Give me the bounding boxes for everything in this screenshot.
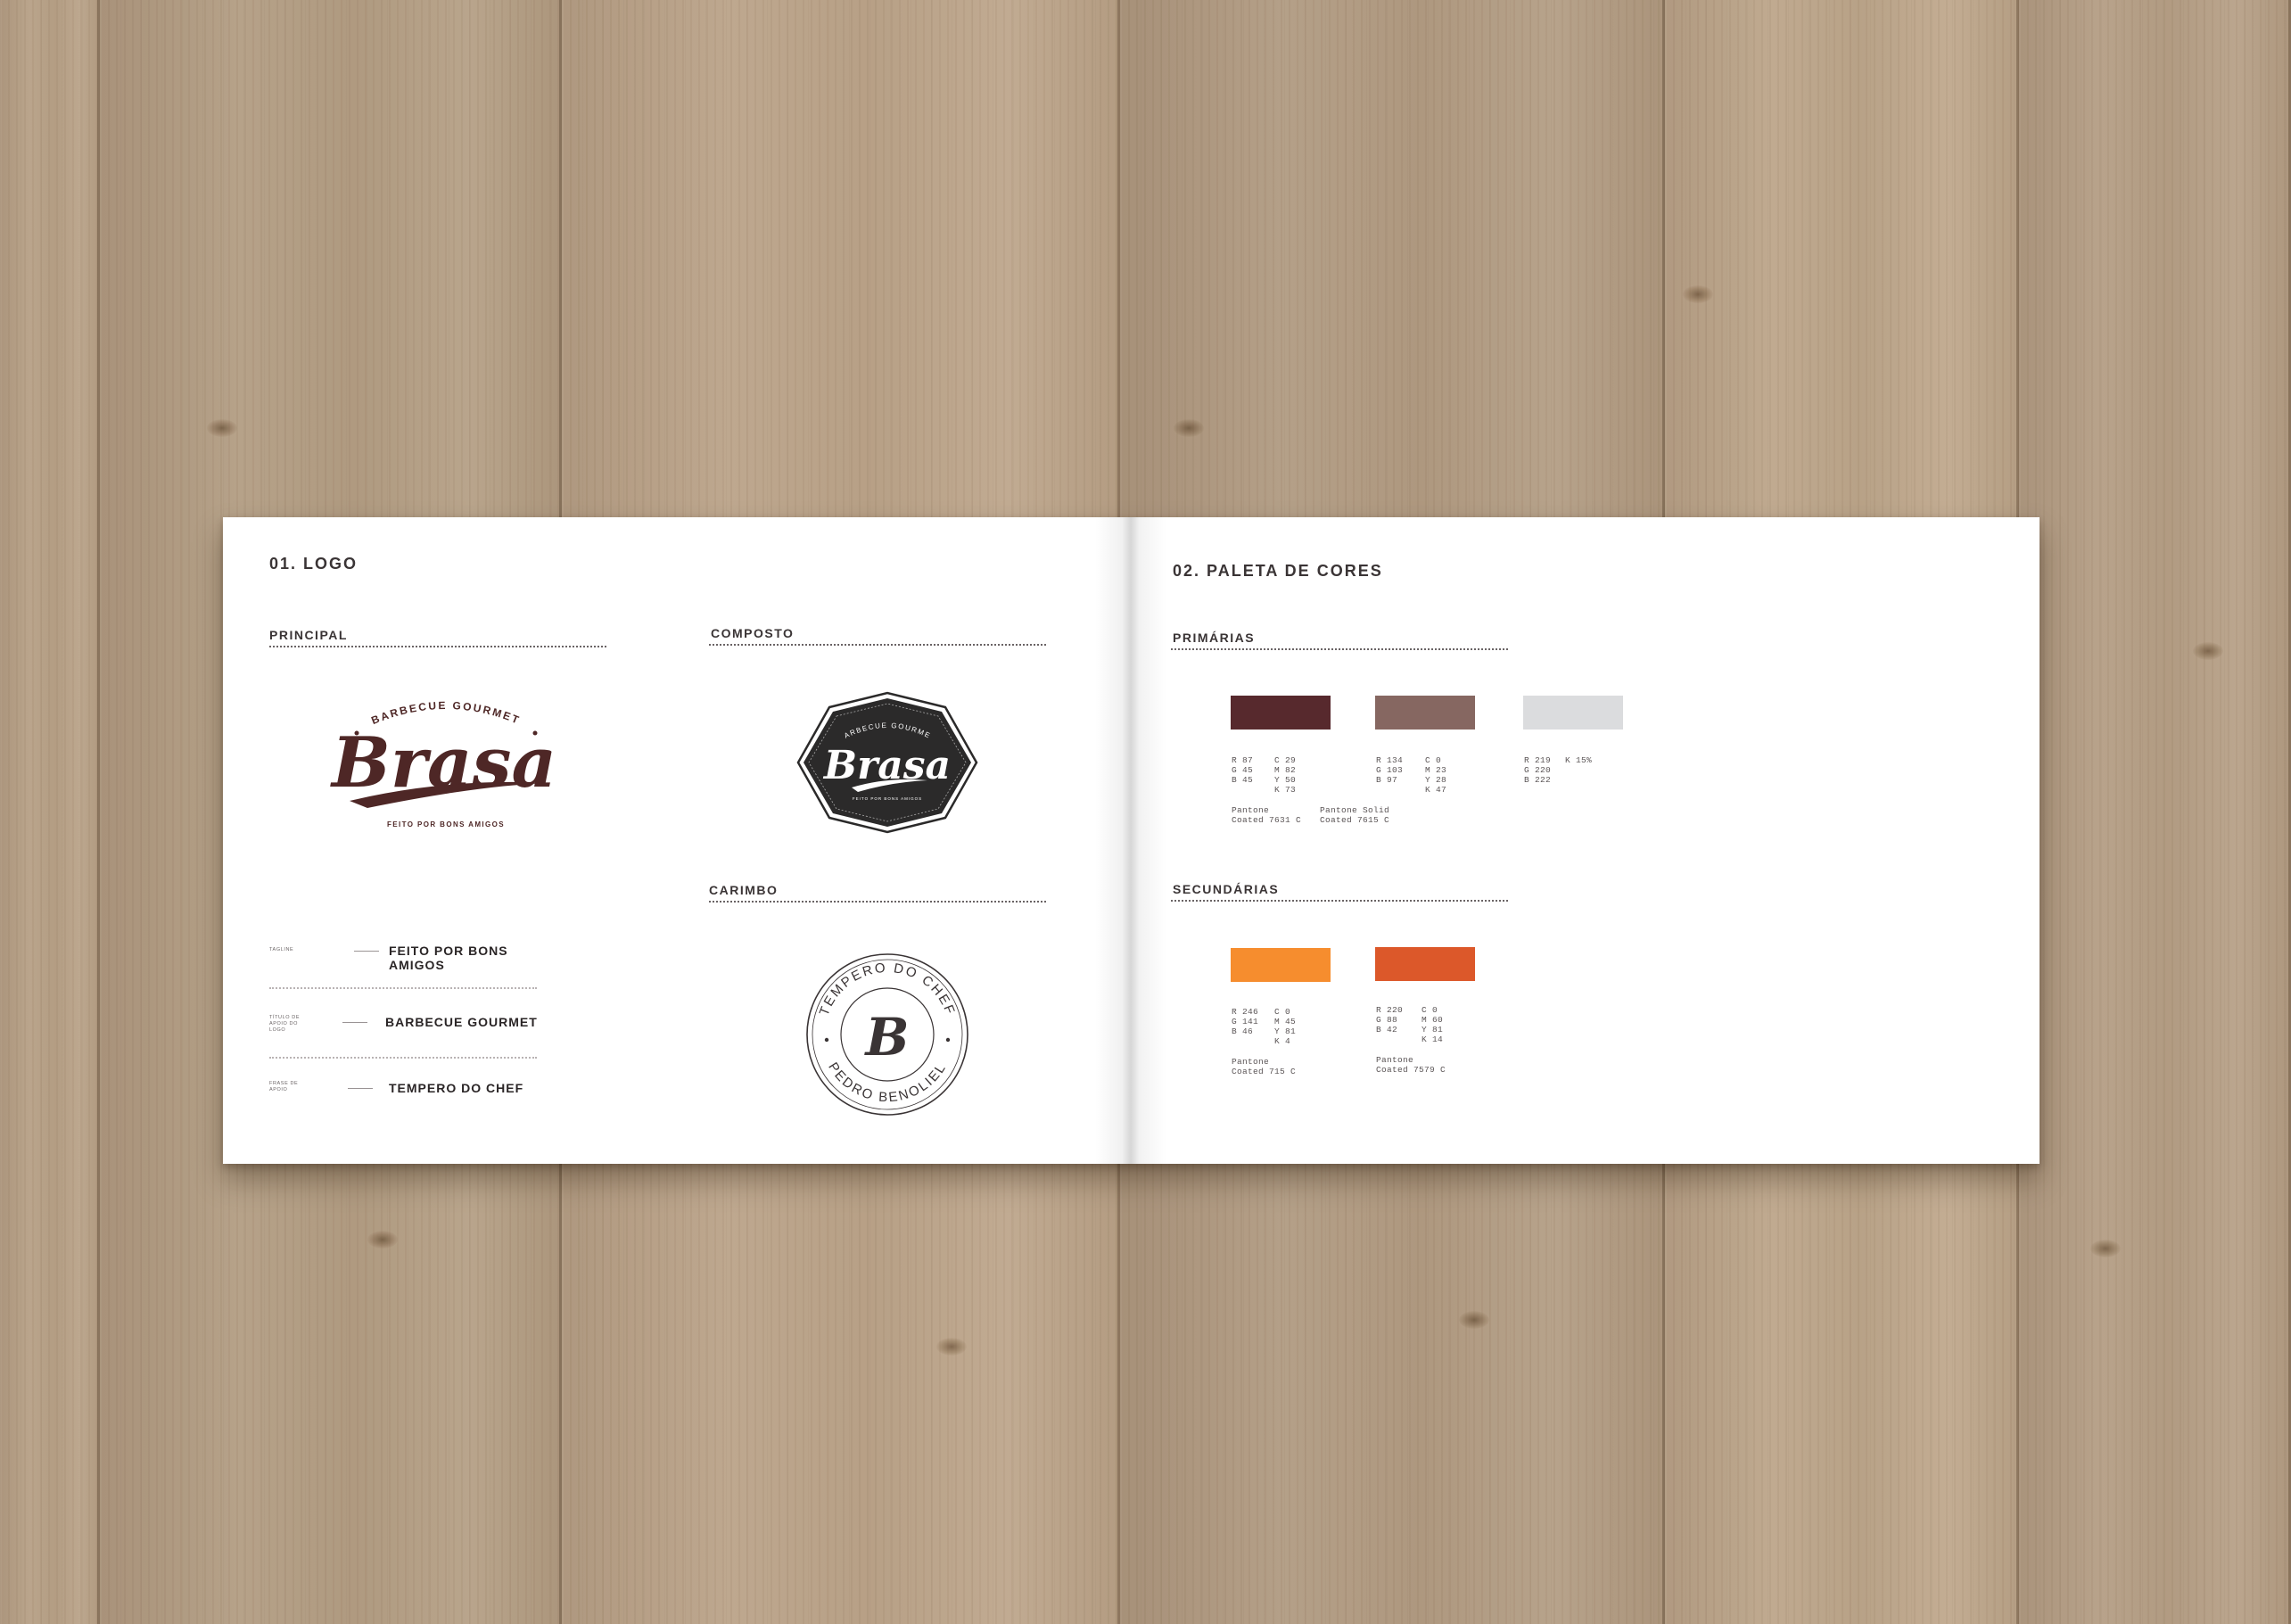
logo-carimbo-art: TEMPERO DO CHEF PEDRO BENOLIEL B [806, 953, 968, 1116]
application-dash [354, 951, 379, 952]
secundarias-label: SECUNDÁRIAS [1173, 882, 1280, 896]
color-swatch-primary-3 [1523, 696, 1623, 730]
carimbo-monogram: B [863, 1007, 909, 1068]
wood-plank [0, 0, 100, 1624]
logo-carimbo: TEMPERO DO CHEF PEDRO BENOLIEL B [803, 950, 972, 1119]
color-pantone-primary-2: Pantone Solid Coated 7615 C [1320, 805, 1390, 825]
application-text: TEMPERO DO CHEF [389, 1081, 524, 1095]
application-text: BARBECUE GOURMET [385, 1015, 538, 1029]
wood-knot [2193, 642, 2223, 660]
section-heading-palette: 02. PALETA DE CORES [1173, 562, 1383, 580]
principal-label: PRINCIPAL [269, 628, 348, 642]
wood-knot [936, 1338, 967, 1356]
carimbo-divider [709, 901, 1046, 903]
application-row-tagline: TAGLINE FEITO POR BONS AMIGOS [269, 944, 564, 972]
wood-knot [1683, 285, 1713, 303]
wood-plank [2019, 0, 2291, 1624]
wood-knot [207, 419, 237, 437]
color-rgb-secondary-1: R 246 G 141 B 46 [1232, 1007, 1259, 1036]
application-small-label: TAGLINE [269, 947, 294, 952]
application-text: FEITO POR BONS AMIGOS [389, 944, 508, 972]
logo-principal-art: BARBECUE GOURMET Brasa [330, 699, 556, 808]
color-rgb-primary-3: R 219 G 220 B 222 [1524, 755, 1552, 785]
composto-label: COMPOSTO [711, 626, 795, 640]
application-dash [348, 1088, 373, 1089]
application-row-titulo: TÍTULO DE APOIO DO LOGO BARBECUE GOURMET [269, 1015, 564, 1042]
wood-knot [367, 1231, 398, 1249]
color-swatch-primary-2 [1375, 696, 1475, 730]
wood-knot [1459, 1311, 1489, 1329]
primarias-divider [1171, 648, 1508, 650]
application-small-label: TÍTULO DE APOIO DO LOGO [269, 1015, 301, 1033]
color-swatch-secondary-1 [1231, 948, 1331, 982]
application-divider [269, 987, 537, 989]
color-cmyk-primary-1: C 29 M 82 Y 50 K 73 [1274, 755, 1297, 795]
logo-composto-art: BARBECUE GOURMET Brasa FEITO POR BONS AM… [791, 685, 978, 834]
composto-tagline: FEITO POR BONS AMIGOS [853, 796, 922, 801]
application-divider [269, 1057, 537, 1059]
color-swatch-secondary-2 [1375, 947, 1475, 981]
right-page: 02. PALETA DE CORES PRIMÁRIAS R 87 G 45 … [1122, 517, 2040, 1164]
carimbo-label: CARIMBO [709, 883, 779, 897]
brand-manual-book: 01. LOGO PRINCIPAL COMPOSTO CARIMBO BARB… [223, 517, 2040, 1164]
application-small-label: FRASE DE APOIO [269, 1081, 299, 1092]
application-row-frase: FRASE DE APOIO TEMPERO DO CHEF [269, 1081, 564, 1108]
left-page: 01. LOGO PRINCIPAL COMPOSTO CARIMBO BARB… [223, 517, 1122, 1164]
secundarias-divider [1171, 900, 1508, 902]
application-dash [342, 1022, 367, 1023]
principal-divider [269, 646, 606, 647]
color-rgb-primary-1: R 87 G 45 B 45 [1232, 755, 1254, 785]
color-rgb-secondary-2: R 220 G 88 B 42 [1376, 1005, 1404, 1035]
color-pantone-primary-1: Pantone Coated 7631 C [1232, 805, 1302, 825]
logo-tagline: FEITO POR BONS AMIGOS [386, 820, 506, 828]
color-pantone-secondary-1: Pantone Coated 715 C [1232, 1057, 1297, 1076]
logo-composto: BARBECUE GOURMET Brasa FEITO POR BONS AM… [791, 685, 981, 834]
color-cmyk-primary-2: C 0 M 23 Y 28 K 47 [1425, 755, 1447, 795]
color-cmyk-secondary-2: C 0 M 60 Y 81 K 14 [1422, 1005, 1444, 1044]
logo-principal: BARBECUE GOURMET Brasa FEITO POR BONS AM… [312, 678, 580, 847]
wood-knot [1174, 419, 1204, 437]
section-heading-logo: 01. LOGO [269, 555, 358, 573]
color-swatch-primary-1 [1231, 696, 1331, 730]
color-pantone-secondary-2: Pantone Coated 7579 C [1376, 1055, 1446, 1075]
primarias-label: PRIMÁRIAS [1173, 631, 1256, 645]
wood-knot [2090, 1240, 2121, 1257]
color-cmyk-secondary-1: C 0 M 45 Y 81 K 4 [1274, 1007, 1297, 1046]
composto-divider [709, 644, 1046, 646]
color-rgb-primary-2: R 134 G 103 B 97 [1376, 755, 1404, 785]
color-cmyk-primary-3: K 15% [1565, 755, 1593, 765]
